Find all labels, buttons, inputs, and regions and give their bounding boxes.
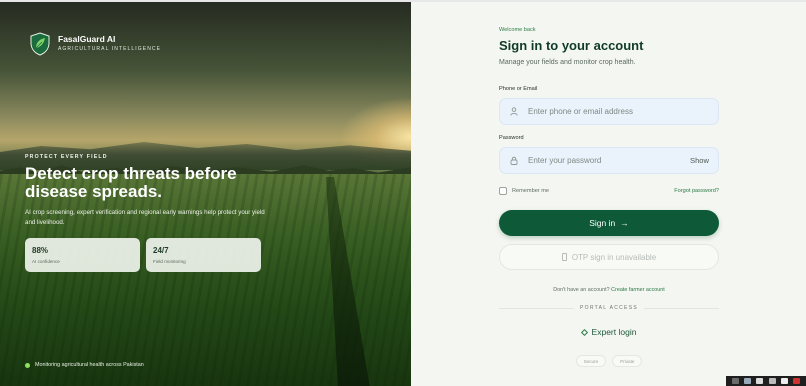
otp-label: OTP sign in unavailable — [571, 252, 657, 262]
portal-access-divider: PORTAL ACCESS — [499, 305, 719, 311]
tray-icon[interactable] — [768, 378, 776, 384]
expert-login-label: Expert login — [591, 327, 637, 337]
remember-me[interactable]: Remember me — [499, 187, 549, 195]
brand-tagline: AGRICULTURAL INTELLIGENCE — [58, 46, 162, 52]
expert-login-link[interactable]: Expert login — [499, 327, 719, 337]
identifier-placeholder: Enter phone or email address — [528, 107, 633, 116]
hero-headline: Detect crop threats before disease sprea… — [25, 164, 237, 201]
sign-in-button[interactable]: Sign in → — [499, 210, 719, 236]
tray-icon[interactable] — [780, 378, 788, 384]
password-placeholder: Enter your password — [528, 156, 602, 165]
sign-in-label: Sign in — [589, 218, 616, 228]
monitoring-status: Monitoring agricultural health across Pa… — [25, 362, 144, 368]
stat-value: 88% — [32, 246, 49, 255]
page-title: Sign in to your account — [499, 38, 644, 53]
stat-value: 24/7 — [153, 246, 169, 255]
divider — [643, 307, 719, 309]
create-account-link[interactable]: Create farmer account — [611, 287, 665, 293]
private-chip: Private — [612, 355, 643, 367]
diamond-icon — [580, 328, 588, 336]
stat-card-monitoring: 24/7 Field monitoring — [146, 238, 261, 272]
portal-access-label: PORTAL ACCESS — [580, 305, 638, 311]
arrow-right-icon: → — [620, 218, 629, 228]
hero-panel: FasalGuard AI AGRICULTURAL INTELLIGENCE … — [0, 2, 411, 386]
brand-name: FasalGuard AI — [58, 34, 116, 44]
welcome-text: Welcome back — [499, 27, 536, 33]
tray-icon[interactable] — [793, 378, 801, 384]
hero-kicker: PROTECT EVERY FIELD — [25, 154, 108, 160]
divider — [499, 307, 575, 309]
secure-chip: Secure — [575, 355, 607, 367]
monitoring-status-text: Monitoring agricultural health across Pa… — [35, 362, 144, 368]
security-chips: Secure Private — [499, 355, 719, 367]
remember-checkbox[interactable] — [499, 187, 507, 195]
remember-label: Remember me — [512, 188, 549, 194]
password-field[interactable]: Enter your password Show — [499, 147, 719, 174]
show-password-button[interactable]: Show — [690, 156, 709, 165]
no-account-prompt: Don't have an account? — [553, 287, 610, 293]
identifier-label: Phone or Email — [499, 86, 538, 92]
identifier-field[interactable]: Enter phone or email address — [499, 98, 719, 125]
tray-icon[interactable] — [743, 378, 751, 384]
page-subtitle: Manage your fields and monitor crop heal… — [499, 59, 636, 66]
stat-label: AI confidence — [32, 259, 60, 264]
status-dot-icon — [25, 362, 30, 368]
stat-label: Field monitoring — [153, 259, 186, 264]
phone-icon — [561, 253, 567, 261]
user-icon — [509, 107, 519, 117]
window-top-border — [0, 0, 806, 2]
signin-panel: Welcome back Sign in to your account Man… — [411, 2, 806, 386]
shield-leaf-icon — [30, 32, 50, 56]
password-label: Password — [499, 135, 524, 141]
brand: FasalGuard AI AGRICULTURAL INTELLIGENCE — [30, 32, 161, 56]
hero-description: AI crop screening, expert verification a… — [25, 209, 265, 226]
tray-icon[interactable] — [731, 378, 739, 384]
otp-sign-in-button[interactable]: OTP sign in unavailable — [499, 244, 719, 270]
lock-icon — [509, 156, 519, 166]
tray-icon[interactable] — [756, 378, 764, 384]
forgot-password-link[interactable]: Forgot password? — [674, 188, 719, 194]
stat-card-confidence: 88% AI confidence — [25, 238, 140, 272]
system-tray — [726, 376, 806, 386]
no-account-text: Don't have an account? Create farmer acc… — [499, 287, 719, 293]
